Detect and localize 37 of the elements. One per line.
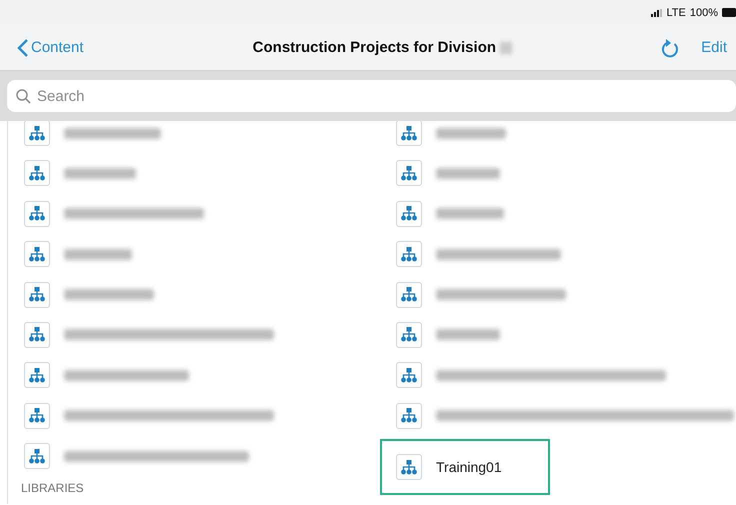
- hierarchy-icon: [396, 200, 422, 227]
- hierarchy-icon: [396, 241, 422, 268]
- blurred-text: [64, 248, 132, 260]
- hierarchy-icon: [396, 121, 422, 146]
- hierarchy-icon: [396, 160, 422, 186]
- chevron-left-icon: [17, 38, 29, 56]
- battery-icon: [722, 8, 736, 17]
- hierarchy-icon: [24, 443, 50, 470]
- blurred-text: [64, 168, 136, 179]
- blurred-text: [436, 168, 500, 179]
- hierarchy-icon: [24, 241, 50, 268]
- hierarchy-icon: [396, 322, 422, 348]
- project-item[interactable]: Training01: [382, 441, 548, 494]
- search-icon: [16, 89, 31, 104]
- section-header: LIBRARIES: [21, 480, 84, 495]
- hierarchy-icon: [396, 282, 422, 308]
- hierarchy-icon: [24, 200, 50, 227]
- hierarchy-icon: [24, 160, 50, 186]
- search-field[interactable]: Search: [7, 80, 736, 112]
- network-type: LTE: [666, 6, 686, 18]
- refresh-icon[interactable]: [661, 38, 680, 58]
- hierarchy-icon: [24, 322, 50, 348]
- hierarchy-icon: [396, 454, 422, 480]
- blurred-text: [436, 128, 506, 138]
- hierarchy-icon: [24, 282, 50, 308]
- hierarchy-icon: [24, 402, 50, 429]
- hierarchy-icon: [396, 402, 422, 429]
- blurred-text: [436, 329, 500, 340]
- page-title: Construction Projects for Division: [252, 39, 496, 56]
- hierarchy-icon: [396, 362, 422, 388]
- hierarchy-icon: [24, 362, 50, 388]
- hierarchy-icon: [24, 121, 50, 146]
- edit-button[interactable]: Edit: [701, 39, 727, 56]
- blurred-text: [436, 208, 504, 220]
- signal-icon: [650, 8, 662, 16]
- back-button[interactable]: Content: [17, 38, 84, 56]
- battery-percent: 100%: [690, 6, 718, 18]
